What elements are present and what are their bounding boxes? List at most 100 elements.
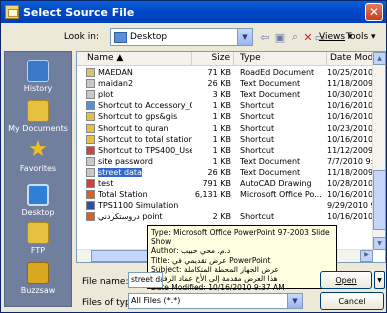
file-name: maidan2 [98,79,134,89]
file-type: Text Document [240,79,301,89]
shortcut-icon [86,145,95,155]
place-buzzsaw[interactable]: Buzzsaw [5,256,71,306]
dialog-title: Select Source File [23,5,135,19]
file-name: TPS1100 Simulation [98,201,179,211]
file-name: دروستكردني point [98,212,163,222]
places-bar: History My Documents ★ Favorites Desktop… [4,51,72,307]
file-row[interactable]: TPS1100 Simulation 9/29/2010 9:2 [77,200,373,211]
buzzsaw-icon [27,262,49,284]
file-date: 10/23/2010 6 [327,123,373,133]
file-type: Shortcut [240,212,275,222]
file-row[interactable]: Total Station 6,131 KB Microsoft Office Po… [77,189,373,200]
file-name: Total Station [98,190,148,200]
search-web-icon[interactable]: ⌕ [288,30,302,44]
up-folder-icon[interactable]: ▣ [273,30,287,44]
file-name-cell: MAEDAN [77,68,192,78]
file-name-label: File name: [82,277,129,287]
scroll-up-icon[interactable]: ▲ [373,52,385,65]
file-date: 9/29/2010 9:2 [327,201,373,211]
column-header-name[interactable]: Name ▲ [77,52,192,66]
scroll-down-icon[interactable]: ▼ [373,237,385,250]
column-label: Size [211,53,230,63]
tools-button[interactable]: Tools ▾ [346,32,376,42]
file-row[interactable]: MAEDAN 71 KB RoadEd Document 10/25/2010 1 [77,67,373,78]
file-row[interactable]: plot 3 KB Text Document 10/30/2010 1 [77,89,373,100]
file-size: 26 KB [207,79,231,89]
file-type: Text Document [240,156,301,166]
tooltip-date-modified: Date Modified: 10/16/2010 9:37 AM [151,283,285,293]
file-date: 10/16/2010 8 [327,134,373,144]
history-icon [27,60,49,82]
file-name-cell: Shortcut to TPS400_User Man... [77,145,192,155]
place-favorites[interactable]: ★ Favorites [5,134,71,184]
files-of-type-combo[interactable]: All Files (*.*) ▼ [128,293,303,309]
file-size: 1 KB [212,112,231,122]
file-type: Microsoft Office Po... [240,190,322,200]
column-header-type[interactable]: Type [234,52,327,66]
file-row[interactable]: test 791 KB AutoCAD Drawing 10/28/2010 2 [77,178,373,189]
file-type: Shortcut [240,123,275,133]
chevron-down-icon[interactable]: ▼ [287,294,302,308]
look-in-combo[interactable]: Desktop ▼ [110,28,253,46]
open-label: Open [335,275,357,285]
autocad-icon [86,178,95,188]
file-type: AutoCAD Drawing [240,178,312,188]
column-header-size[interactable]: Size [192,52,234,66]
file-date: 11/12/2009 7 [327,145,373,155]
file-date: 10/16/2010 8 [327,112,373,122]
file-name: Shortcut to Accessory_Catalo... [98,101,192,111]
file-date: 10/28/2010 2 [327,178,373,188]
list-header: Name ▲ Size Type Date Modified [77,52,373,66]
my-documents-icon [27,100,49,122]
look-in-value: Desktop [130,32,168,42]
file-name: Shortcut to TPS400_User Man... [98,145,192,155]
chevron-down-icon[interactable]: ▼ [237,29,252,45]
file-date: 10/16/2010 8 [327,101,373,111]
file-row[interactable]: دروستكردني point 2 KB Shortcut 10/16/2010 9 [77,211,373,222]
open-options-icon[interactable]: ▼ [374,271,385,289]
file-row[interactable]: maidan2 26 KB Text Document 11/18/2009 8 [77,78,373,89]
shortcut-icon [86,134,95,144]
file-name: Shortcut to total station [98,134,192,144]
file-name: Shortcut to quran [98,123,169,133]
file-row[interactable]: Shortcut to quran 1 KB Shortcut 10/23/2010 … [77,122,373,133]
file-size: 1 KB [212,134,231,144]
scroll-right-icon[interactable]: ▶ [360,250,373,262]
file-row[interactable]: Shortcut to TPS400_User Man... 1 KB Shortc… [77,145,373,156]
file-name-input[interactable]: street da [128,272,163,288]
file-row[interactable]: Shortcut to gps&gis 1 KB Shortcut 10/16/201… [77,111,373,122]
cancel-button[interactable]: Cancel [320,292,384,310]
file-size: 1 KB [212,145,231,155]
file-name-cell: site password [77,156,192,166]
file-name: Shortcut to gps&gis [98,112,178,122]
favorites-icon: ★ [28,137,48,162]
file-row[interactable]: street data 26 KB Text Document 11/18/2009 … [77,167,373,178]
column-header-date[interactable]: Date Modified [327,52,373,66]
file-size: 3 KB [212,90,231,100]
open-button[interactable]: Open [320,271,372,289]
file-date: 10/16/2010 9 [327,212,373,222]
file-date: 11/18/2009 8 [327,79,373,89]
file-row[interactable]: site password 1 KB Text Document 7/7/2010 9… [77,156,373,167]
file-row[interactable]: Shortcut to Accessory_Catalo... 1 KB Short… [77,100,373,111]
text-document-icon [86,90,95,100]
tooltip-comment: هذا العرض مقدمة إلى الأخ عماد الرفاعي [151,274,278,284]
file-row[interactable]: Shortcut to total station 1 KB Shortcut 10/… [77,134,373,145]
file-date: 11/18/2009 8 [327,167,373,177]
back-arrow-icon[interactable]: ⇦ [258,30,272,44]
vertical-scroll-thumb[interactable] [373,170,385,230]
ftp-icon [27,222,49,244]
title-bar[interactable]: Select Source File ✕ [1,1,386,23]
tooltip-author: Author: د.م. محي حبيب [151,246,231,256]
file-name-cell: maidan2 [77,79,192,89]
file-type: Text Document [240,167,301,177]
vertical-scrollbar[interactable]: ▲ ▼ [372,52,385,250]
file-type: Text Document [240,90,301,100]
file-size: 71 KB [207,68,231,78]
close-button[interactable]: ✕ [365,3,383,21]
file-size: 1 KB [212,156,231,166]
program-icon [86,201,95,211]
file-date: 10/16/2010 9 [327,190,373,200]
file-type: RoadEd Document [240,68,315,78]
file-type: Shortcut [240,101,275,111]
